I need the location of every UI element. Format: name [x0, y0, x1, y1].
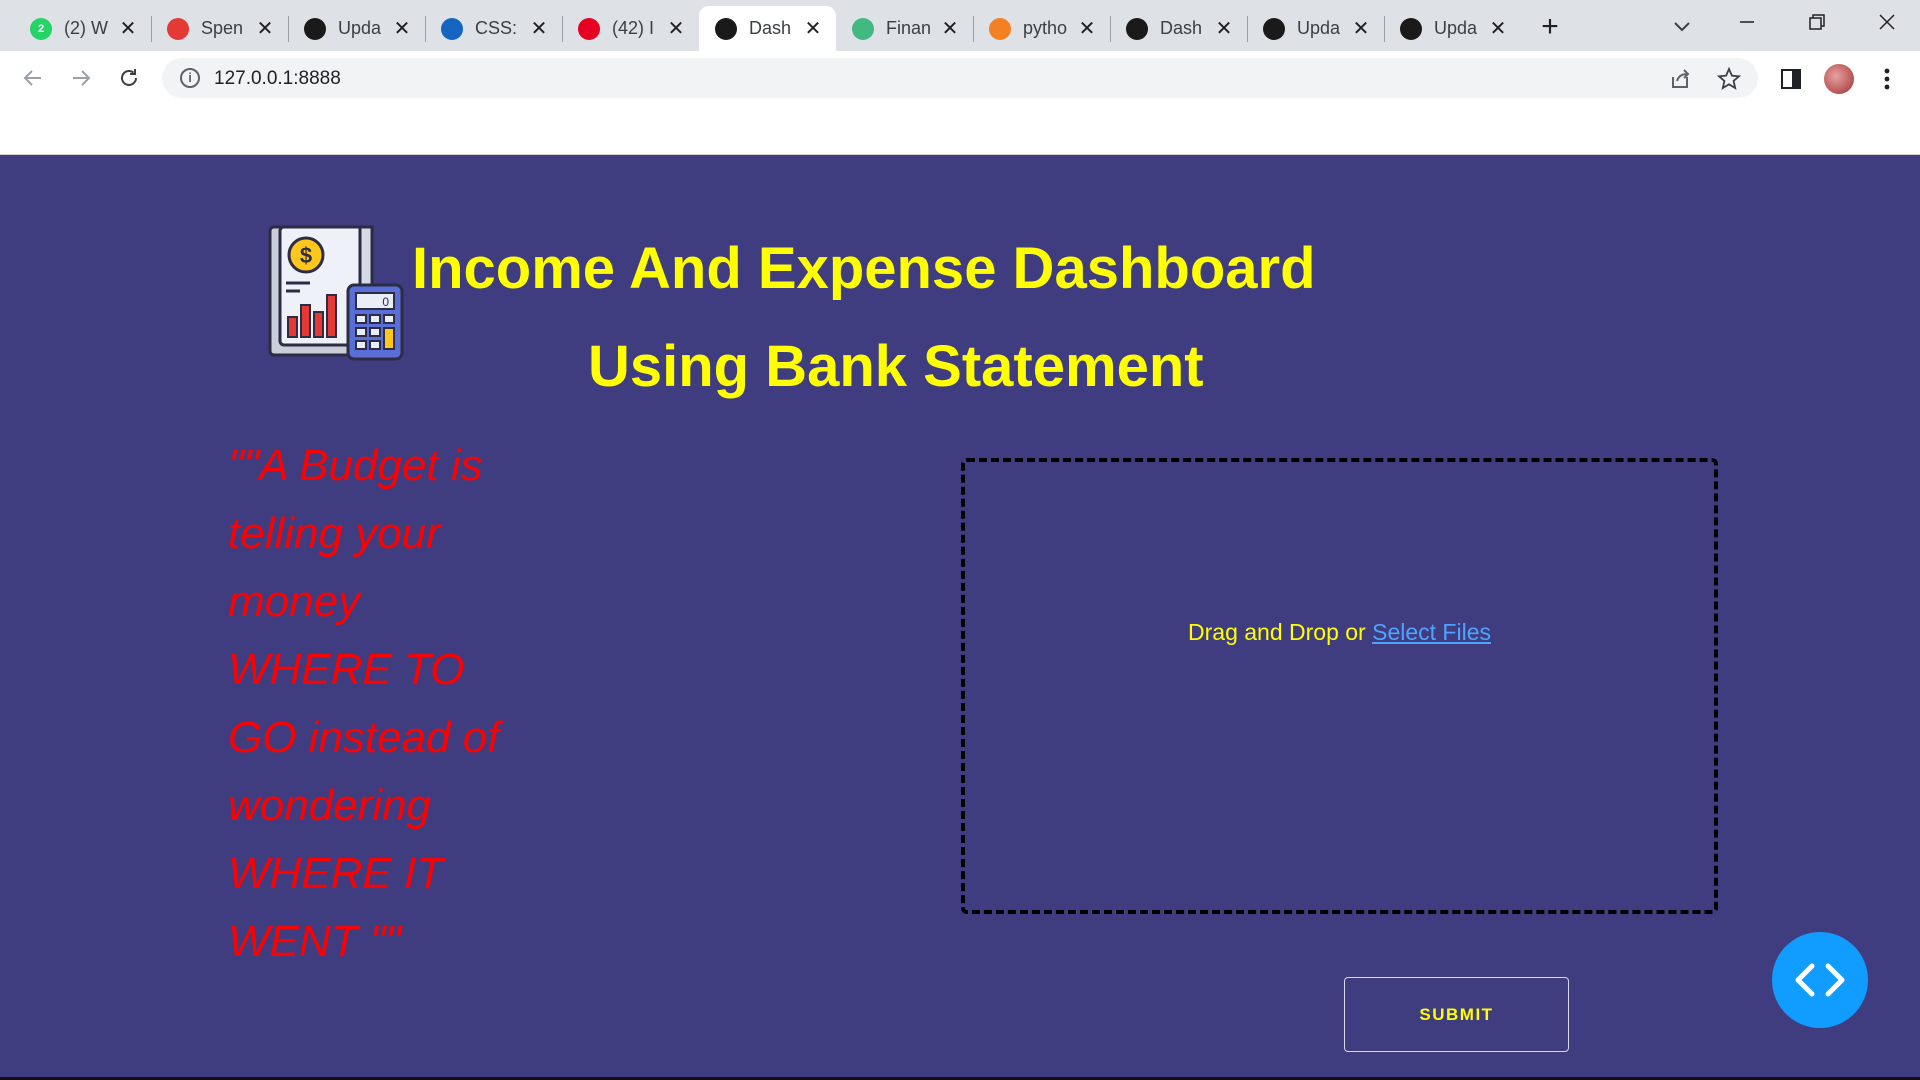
address-url[interactable]: 127.0.0.1:8888 — [214, 68, 341, 90]
budget-report-calculator-icon: $ 0 — [268, 225, 404, 361]
profile-avatar[interactable] — [1824, 64, 1854, 94]
share-icon[interactable] — [1668, 66, 1694, 92]
reload-icon — [121, 69, 137, 86]
svg-text:0: 0 — [382, 295, 389, 309]
browser-tab[interactable]: 2 (2) W ✕ — [14, 6, 151, 51]
dash-icon — [715, 17, 737, 40]
tab-title: Upda — [338, 18, 382, 38]
tab-close-icon[interactable]: ✕ — [802, 16, 824, 41]
browser-tab[interactable]: Dash ✕ — [699, 6, 836, 51]
close-window-button[interactable] — [1852, 0, 1920, 44]
pinwheel-icon — [167, 17, 189, 40]
quote-line: WHERE IT — [228, 849, 444, 898]
menu-kebab-icon[interactable] — [1872, 64, 1902, 94]
browser-tab[interactable]: Upda ✕ — [1384, 6, 1521, 51]
close-icon — [1879, 14, 1895, 30]
site-info-icon[interactable]: i — [180, 68, 200, 88]
browser-toolbar: i 127.0.0.1:8888 — [0, 51, 1920, 105]
quote-line: wondering — [228, 781, 432, 830]
drag-drop-text: Drag and Drop or — [1188, 619, 1373, 645]
vue-icon — [852, 17, 874, 40]
forward-button[interactable] — [62, 59, 100, 97]
arrow-right-icon — [73, 70, 91, 86]
pinterest-icon — [578, 17, 600, 40]
tab-close-icon[interactable]: ✕ — [939, 16, 961, 41]
browser-tab[interactable]: Dash ✕ — [1110, 6, 1247, 51]
browser-tab[interactable]: Upda ✕ — [1247, 6, 1384, 51]
avatar — [1824, 64, 1854, 94]
submit-button[interactable]: SUBMIT — [1344, 977, 1569, 1052]
dash-icon — [1126, 17, 1148, 40]
browser-tab-strip: 2 (2) W ✕ Spen ✕ Upda ✕ CSS: ✕ (42) I ✕ Dash ✕ Finan ✕… — [0, 0, 1920, 51]
browser-tab[interactable]: pytho ✕ — [973, 6, 1110, 51]
svg-text:$: $ — [300, 243, 312, 268]
quote-line: telling your — [228, 509, 441, 558]
tab-title: Finan — [886, 18, 932, 38]
tab-title: (42) I — [612, 18, 655, 38]
tab-title: CSS: — [475, 18, 518, 38]
quote-line: WHERE TO — [228, 645, 465, 694]
dash-icon — [1400, 17, 1422, 40]
restore-icon — [1809, 14, 1825, 30]
stackoverflow-icon — [989, 17, 1011, 40]
tab-close-icon[interactable]: ✕ — [665, 16, 687, 41]
page-top-header — [0, 105, 1920, 155]
chevron-down-icon — [1674, 22, 1690, 32]
tab-close-icon[interactable]: ✕ — [117, 16, 139, 41]
code-brackets-icon — [1795, 963, 1845, 997]
tab-close-icon[interactable]: ✕ — [528, 16, 550, 41]
tab-title: Upda — [1297, 18, 1341, 38]
quote-line: GO instead of — [228, 713, 500, 762]
bookmark-star-icon[interactable] — [1716, 66, 1742, 92]
dashboard-page: $ 0 Income And Expense Dashboard Using B… — [0, 155, 1920, 1078]
browser-tab[interactable]: (42) I ✕ — [562, 6, 699, 51]
tab-title: pytho — [1023, 18, 1068, 38]
back-button[interactable] — [14, 59, 52, 97]
tab-close-icon[interactable]: ✕ — [1487, 16, 1509, 41]
select-files-link[interactable]: Select Files — [1372, 619, 1491, 645]
tab-close-icon[interactable]: ✕ — [1213, 16, 1235, 41]
browser-tab[interactable]: CSS: ✕ — [425, 6, 562, 51]
new-tab-button[interactable]: + — [1532, 10, 1568, 46]
side-panel-icon[interactable] — [1776, 64, 1806, 94]
browser-tab[interactable]: Spen ✕ — [151, 6, 288, 51]
minimize-icon — [1740, 21, 1754, 23]
page-subtitle: Using Bank Statement — [588, 334, 1204, 399]
w3schools-icon — [441, 17, 463, 40]
minimize-button[interactable] — [1712, 0, 1782, 44]
dash-icon — [1263, 17, 1285, 40]
whatsapp-icon: 2 — [30, 17, 52, 40]
dropzone-instructions: Drag and Drop or Select Files — [965, 619, 1714, 646]
budget-quote: ""A Budget is telling your money WHERE T… — [228, 432, 528, 976]
browser-tab[interactable]: Finan ✕ — [836, 6, 973, 51]
tab-close-icon[interactable]: ✕ — [1076, 16, 1098, 41]
tab-title: Upda — [1434, 18, 1478, 38]
tab-close-icon[interactable]: ✕ — [391, 16, 413, 41]
tab-close-icon[interactable]: ✕ — [1350, 16, 1372, 41]
address-bar[interactable]: i 127.0.0.1:8888 — [162, 58, 1758, 98]
arrow-left-icon — [23, 70, 41, 86]
tab-close-icon[interactable]: ✕ — [254, 16, 276, 41]
quote-line: money — [228, 577, 361, 626]
tab-title: (2) W — [64, 18, 108, 38]
quote-line: ""A Budget is — [228, 441, 483, 490]
tab-title: Dash — [749, 18, 792, 38]
tab-title: Spen — [201, 18, 244, 38]
file-upload-dropzone[interactable]: Drag and Drop or Select Files — [961, 458, 1718, 914]
reload-button[interactable] — [110, 59, 148, 97]
tab-search-button[interactable] — [1664, 8, 1700, 44]
dash-icon — [304, 17, 326, 40]
browser-tab[interactable]: Upda ✕ — [288, 6, 425, 51]
quote-line: WENT "" — [228, 917, 401, 966]
restore-button[interactable] — [1782, 0, 1852, 44]
dash-debug-menu-button[interactable] — [1772, 932, 1868, 1028]
page-title: Income And Expense Dashboard — [412, 236, 1316, 301]
tab-title: Dash — [1160, 18, 1203, 38]
